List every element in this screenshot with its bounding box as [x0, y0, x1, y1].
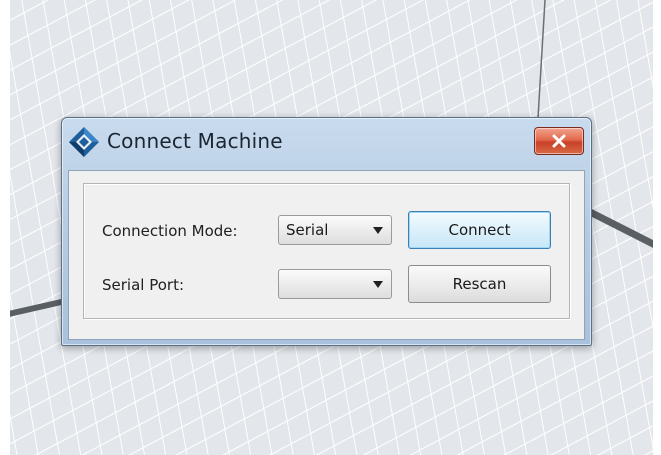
viewport-3d-scene: Connect Machine Connection Mode: Serial … [0, 0, 661, 455]
dialog-client-area: Connection Mode: Serial Connect Serial P… [68, 170, 585, 340]
serial-port-label: Serial Port: [102, 276, 185, 294]
rescan-button[interactable]: Rescan [408, 265, 551, 303]
chevron-down-icon [373, 281, 383, 288]
dialog-titlebar[interactable]: Connect Machine [62, 118, 591, 170]
connection-mode-label: Connection Mode: [102, 222, 238, 240]
connection-mode-value: Serial [286, 221, 329, 239]
diamond-logo-icon [69, 127, 99, 157]
serial-port-select[interactable] [278, 269, 392, 299]
connection-groupbox: Connection Mode: Serial Connect Serial P… [83, 183, 570, 319]
connect-machine-dialog: Connect Machine Connection Mode: Serial … [61, 117, 592, 346]
connection-mode-select[interactable]: Serial [278, 215, 392, 245]
close-x-icon [552, 134, 566, 148]
close-button[interactable] [534, 127, 584, 155]
chevron-down-icon [373, 227, 383, 234]
dialog-title: Connect Machine [107, 129, 283, 153]
connect-button[interactable]: Connect [408, 211, 551, 249]
